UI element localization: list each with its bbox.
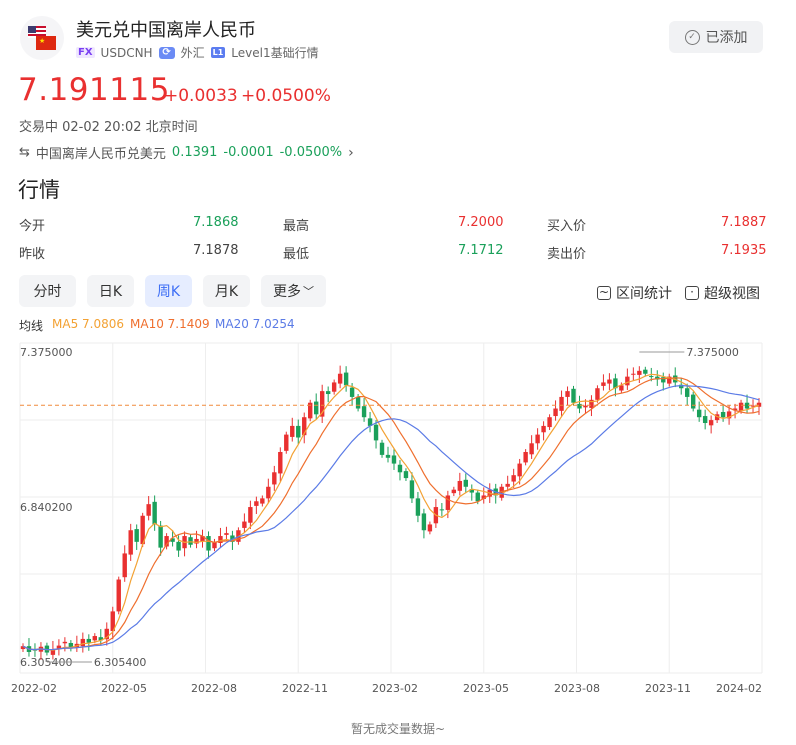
candle-body <box>86 638 92 643</box>
candle-body <box>547 417 552 428</box>
candle-body <box>397 464 403 473</box>
candle-body <box>128 530 133 555</box>
x-tick-label: 2023-02 <box>372 682 418 695</box>
candle-body <box>278 451 283 474</box>
candle-body <box>80 638 86 647</box>
candle-body <box>206 536 211 551</box>
candle-body <box>379 442 385 455</box>
candle-body <box>690 394 696 409</box>
candle-body <box>92 636 97 641</box>
candle-body <box>696 409 702 418</box>
candle-body <box>254 501 259 506</box>
candle-body <box>643 369 648 374</box>
candle-body <box>445 495 451 510</box>
candle-body <box>373 424 379 441</box>
candle-body <box>511 475 516 482</box>
x-tick-label: 2022-05 <box>101 682 147 695</box>
candle-body <box>176 541 181 551</box>
candle-body <box>134 529 139 542</box>
candle-body <box>649 376 654 378</box>
candle-body <box>601 382 606 386</box>
candle-body <box>296 425 301 438</box>
x-tick-label: 2022-11 <box>282 682 328 695</box>
candle-body <box>158 525 163 548</box>
candle-body <box>361 406 367 418</box>
candle-body <box>702 416 708 424</box>
candle-body <box>349 387 355 397</box>
candle-body <box>266 486 271 499</box>
candle-body <box>409 480 415 499</box>
candle-body <box>583 405 588 408</box>
candle-body <box>62 641 68 644</box>
candle-body <box>325 391 331 395</box>
candle-body <box>224 533 229 535</box>
candle-body <box>631 373 636 375</box>
x-tick-label: 2022-08 <box>191 682 237 695</box>
candle-body <box>146 504 151 516</box>
candle-body <box>517 463 522 477</box>
candle-body <box>415 498 421 516</box>
candle-body <box>439 509 445 511</box>
candle-body <box>571 388 576 403</box>
candle-body <box>403 471 409 479</box>
candle-body <box>122 553 127 578</box>
candle-body <box>355 396 361 409</box>
candle-body <box>553 408 558 417</box>
candle-body <box>337 373 343 384</box>
candle-body <box>391 455 397 464</box>
candle-body <box>535 434 540 444</box>
candle-body <box>385 454 391 458</box>
candle-body <box>565 391 570 397</box>
x-tick-label: 2022-02 <box>11 682 57 695</box>
candle-body <box>625 376 630 386</box>
candle-body <box>523 451 528 463</box>
no-volume-data-message: 暂无成交量数据~ <box>350 722 446 736</box>
candle-body <box>421 513 427 531</box>
y-tick-label: 6.840200 <box>20 501 73 514</box>
candle-body <box>505 483 510 487</box>
candle-body <box>463 479 468 487</box>
y-tick-label: 7.375000 <box>20 346 73 359</box>
candle-body <box>331 382 337 392</box>
candle-body <box>248 507 253 523</box>
candle-body <box>637 370 642 375</box>
candle-body <box>290 425 295 437</box>
candle-body <box>607 379 612 384</box>
candle-body <box>720 411 726 418</box>
candle-body <box>152 501 157 525</box>
candle-body <box>116 579 121 612</box>
candle-body <box>475 492 480 502</box>
candle-body <box>595 388 600 400</box>
candle-body <box>272 472 277 485</box>
x-tick-label: 2023-05 <box>463 682 509 695</box>
candle-body <box>260 498 265 504</box>
candle-body <box>529 443 534 455</box>
candle-body <box>738 402 744 411</box>
candle-body <box>314 401 319 415</box>
candle-body <box>577 403 582 409</box>
candle-body <box>559 396 564 411</box>
candle-body <box>457 480 463 491</box>
x-tick-label: 2023-11 <box>645 682 691 695</box>
candle-body <box>661 377 666 383</box>
candle-body <box>708 420 714 426</box>
min-marker-label: 6.305400 <box>94 656 147 669</box>
candle-body <box>242 521 247 528</box>
x-tick-label: 2024-02 <box>716 682 762 695</box>
x-tick-label: 2023-08 <box>554 682 600 695</box>
candle-body <box>451 489 457 494</box>
candle-body <box>188 537 193 545</box>
candle-body <box>343 372 349 386</box>
max-marker-label: 7.375000 <box>686 346 739 359</box>
candle-body <box>284 434 289 451</box>
candle-body <box>685 388 690 397</box>
candle-body <box>427 524 433 532</box>
candle-body <box>541 425 546 433</box>
weekly-candlestick-chart[interactable]: 7.375000 6.840200 6.305400 2022-02 2022-05 20… <box>0 0 796 745</box>
